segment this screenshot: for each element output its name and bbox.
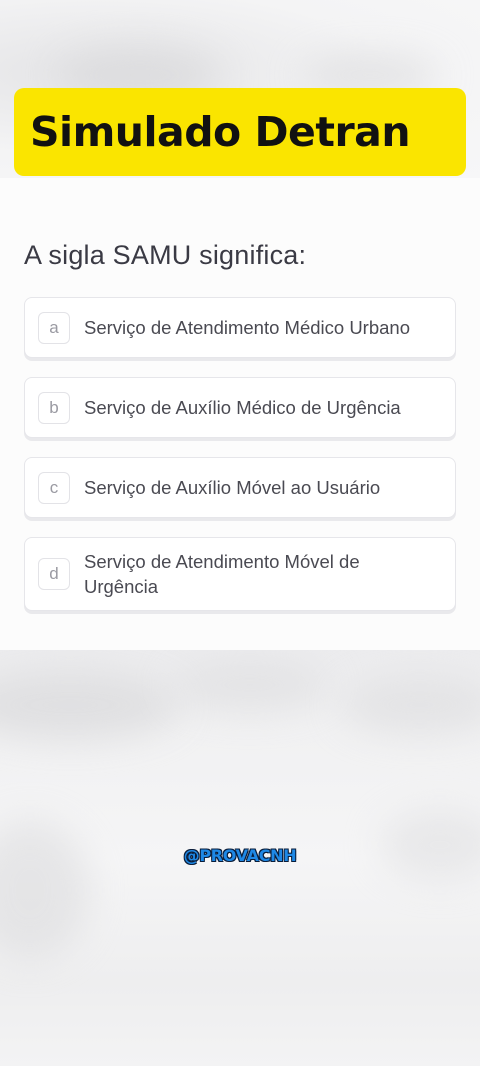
watermark-handle: @PROVACNH bbox=[183, 846, 297, 865]
page-title: Simulado Detran bbox=[30, 108, 411, 156]
answer-option-b[interactable]: b Serviço de Auxílio Médico de Urgência bbox=[24, 377, 456, 438]
option-text-c: Serviço de Auxílio Móvel ao Usuário bbox=[84, 477, 381, 498]
option-letter-d: d bbox=[38, 558, 70, 590]
option-text-d: Serviço de Atendimento Móvel de Urgência bbox=[84, 551, 360, 597]
option-letter-c: c bbox=[38, 471, 70, 504]
question-text: A sigla SAMU significa: bbox=[24, 240, 307, 270]
option-letter-b: b bbox=[38, 391, 70, 424]
answer-option-c[interactable]: c Serviço de Auxílio Móvel ao Usuário bbox=[24, 457, 456, 518]
option-text-b: Serviço de Auxílio Médico de Urgência bbox=[84, 397, 401, 418]
title-banner: Simulado Detran bbox=[14, 88, 466, 176]
option-letter-a: a bbox=[38, 311, 70, 344]
option-text-a: Serviço de Atendimento Médico Urbano bbox=[84, 317, 410, 338]
answer-option-a[interactable]: a Serviço de Atendimento Médico Urbano bbox=[24, 297, 456, 358]
answer-option-d[interactable]: d Serviço de Atendimento Móvel de Urgênc… bbox=[24, 537, 456, 611]
